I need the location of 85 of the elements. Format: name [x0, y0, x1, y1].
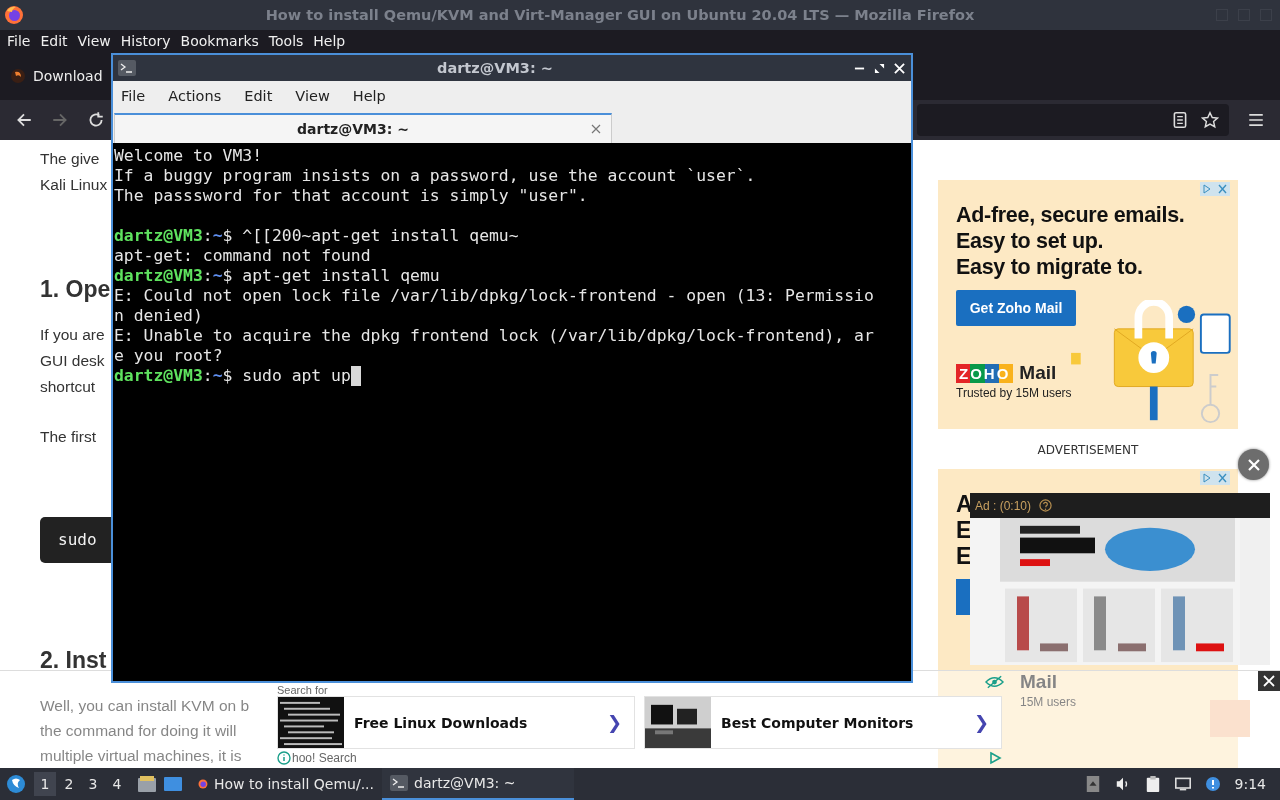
- chevron-icon: ❯: [606, 712, 622, 733]
- terminal-line: n denied): [114, 306, 203, 326]
- terminal-line: If a buggy program insists on a password, use the account `user`.: [114, 166, 756, 186]
- clock: 9:14: [1234, 776, 1266, 792]
- menu-item[interactable]: View: [295, 88, 341, 104]
- terminal-line: dartz@VM3:~$ apt-get install qemu: [114, 266, 440, 286]
- ad-label: ADVERTISEMENT: [1037, 443, 1139, 460]
- menu-item[interactable]: Help: [352, 88, 397, 104]
- paragraph-text: Well, you can install KVM on b the command for doing it will multiple virtual machines, it is: [40, 696, 250, 766]
- workspace-button[interactable]: 1: [34, 772, 56, 796]
- menu-icon[interactable]: [1247, 111, 1265, 129]
- terminal-icon: [118, 60, 136, 76]
- reload-icon[interactable]: [87, 111, 105, 129]
- file-manager-icon[interactable]: [138, 776, 156, 792]
- brand-name: Mail: [1020, 671, 1058, 694]
- terminal-line: dartz@VM3:~$ ^[[200~apt-get install qemu~: [114, 226, 519, 246]
- monitor-icon[interactable]: [1174, 776, 1191, 792]
- workspace-button[interactable]: 3: [82, 772, 104, 796]
- terminal-tab[interactable]: dartz@VM3: ~: [114, 113, 612, 143]
- menu-item[interactable]: File: [2, 33, 36, 49]
- video-ad-dialog[interactable]: Ad : (0:10): [970, 493, 1270, 665]
- ad-button[interactable]: [956, 579, 970, 616]
- browser-tab[interactable]: Download: [0, 68, 103, 84]
- menu-item[interactable]: Tools: [263, 33, 309, 49]
- paragraph-text: If you are GUI desk shortcut: [40, 325, 106, 397]
- menu-item[interactable]: File: [121, 88, 157, 104]
- terminal-line: e you root?: [114, 346, 223, 366]
- close-tab-icon[interactable]: [591, 124, 601, 134]
- close-icon: [1247, 458, 1260, 471]
- ad-headline: E: [956, 517, 970, 544]
- close-icon: [1263, 675, 1275, 687]
- workspace-button[interactable]: 2: [58, 772, 80, 796]
- terminal-line: The passsword for that account is simply "user".: [114, 186, 588, 206]
- terminal-icon: [390, 774, 408, 792]
- start-menu-icon[interactable]: [6, 774, 26, 794]
- section-heading: 1. Ope: [40, 275, 111, 304]
- menu-item[interactable]: Actions: [168, 88, 233, 104]
- terminal-line: Welcome to VM3!: [114, 146, 263, 166]
- ad-choices-icon[interactable]: [1200, 182, 1230, 196]
- hide-eye-icon[interactable]: [985, 675, 1004, 689]
- firefox-icon: [4, 5, 24, 25]
- reader-view-icon[interactable]: [1171, 111, 1189, 129]
- info-icon[interactable]: [277, 751, 291, 765]
- clipboard-icon[interactable]: [1144, 776, 1161, 792]
- ad-choices-icon[interactable]: [1200, 471, 1230, 486]
- taskbar-button[interactable]: How to install Qemu/...: [190, 768, 382, 800]
- paragraph-text: The give Kali Linux: [40, 149, 109, 195]
- back-icon[interactable]: [15, 111, 33, 129]
- forward-icon[interactable]: [51, 111, 69, 129]
- paragraph-text: The first: [40, 427, 97, 447]
- menu-item[interactable]: History: [115, 33, 176, 49]
- code-block: sudo: [40, 517, 111, 563]
- window-title: dartz@VM3: ~: [436, 60, 554, 76]
- bookmark-star-icon[interactable]: [1201, 111, 1219, 129]
- menu-item[interactable]: Help: [308, 33, 351, 49]
- brand-name: Mail: [1019, 362, 1057, 384]
- menu-item[interactable]: Bookmarks: [175, 33, 264, 49]
- taskbar-button[interactable]: dartz@VM3: ~: [382, 768, 574, 800]
- ad-headline: E: [956, 543, 970, 570]
- desktop-icon[interactable]: [164, 776, 182, 792]
- ad-link-card[interactable]: Free Linux Downloads ❯: [277, 696, 635, 749]
- ad-headline: Ad-free, secure emails. Easy to set up. Easy to migrate to.: [956, 202, 1186, 280]
- help-icon[interactable]: [1039, 499, 1053, 512]
- ad-headline: A: [956, 491, 970, 518]
- ad-heading: Search for: [277, 684, 328, 696]
- terminal-line: apt-get: command not found: [114, 246, 371, 266]
- ad-tagline: 15M users: [1020, 695, 1078, 710]
- terminal-line: dartz@VM3:~$ sudo apt up: [114, 366, 351, 386]
- get-mail-button[interactable]: Get Zoho Mail: [956, 290, 1076, 326]
- menu-item[interactable]: Edit: [244, 88, 284, 104]
- ad-tagline: Trusted by 15M users: [956, 386, 1073, 400]
- menu-item[interactable]: View: [72, 33, 116, 49]
- chevron-icon: ❯: [973, 712, 989, 733]
- tab-favicon-icon: [10, 68, 26, 84]
- section-heading: 2. Inst: [40, 646, 108, 675]
- window-title: How to install Qemu/KVM and Virt-Manager GUI on Ubuntu 20.04 LTS — Mozilla Firefox: [264, 7, 976, 23]
- workspace-button[interactable]: 4: [106, 772, 128, 796]
- ad-link-card[interactable]: Best Computer Monitors ❯: [644, 696, 1002, 749]
- terminal-line: E: Unable to acquire the dpkg frontend lock (/var/lib/dpkg/lock-frontend), ar: [114, 326, 874, 346]
- ad-timer: Ad : (0:10): [975, 498, 1032, 513]
- terminal-line: E: Could not open lock file /var/lib/dpkg/lock-frontend - open (13: Permissio: [114, 286, 874, 306]
- notification-icon[interactable]: [1204, 776, 1221, 792]
- ad-choices-icon[interactable]: [988, 751, 1002, 765]
- ad-source-text: hoo! Search: [292, 751, 357, 765]
- menu-item[interactable]: Edit: [35, 33, 73, 49]
